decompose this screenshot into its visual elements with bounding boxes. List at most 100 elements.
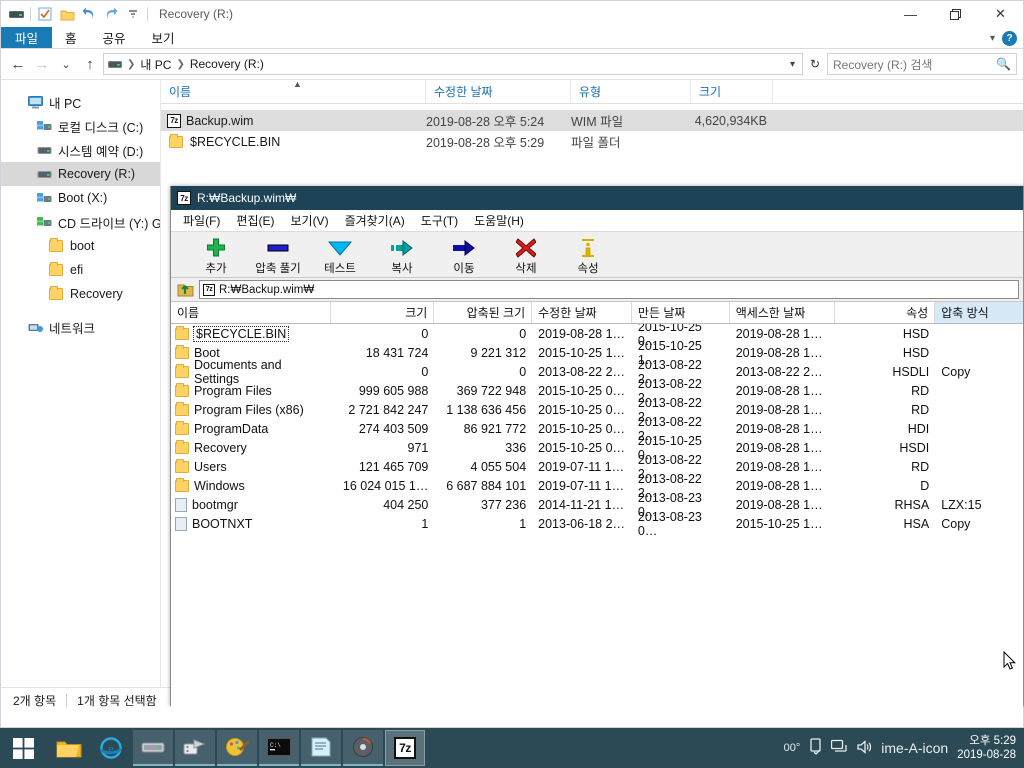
recent-locations-button[interactable]: ⌄ [55, 53, 77, 75]
file-icon [175, 497, 187, 512]
sidebar-item-boot-x[interactable]: Boot (X:) [1, 186, 160, 210]
table-row[interactable]: bootmgr 404 250 377 236 2014-11-21 1… 20… [171, 491, 1023, 519]
sidebar-item-boot[interactable]: boot [1, 234, 160, 258]
refresh-button[interactable]: ↻ [805, 53, 825, 75]
breadcrumb-dropdown-icon[interactable]: ▾ [790, 59, 798, 70]
menu-help[interactable]: 도움말(H) [466, 212, 532, 229]
column-header-accessed[interactable]: 액세스한 날짜 [730, 302, 836, 323]
sidebar-item-this-pc[interactable]: 내 PC [1, 90, 160, 114]
tab-share[interactable]: 공유 [90, 27, 139, 48]
network-icon[interactable] [831, 739, 848, 757]
properties-button[interactable]: 속성 [557, 235, 619, 276]
column-header-size[interactable]: 크기 [331, 302, 435, 323]
extract-button[interactable]: 압축 풀기 [247, 235, 309, 276]
minimize-button[interactable]: — [888, 1, 933, 27]
taskbar-item-imaging-tool[interactable] [175, 730, 215, 766]
menu-view[interactable]: 보기(V) [282, 212, 336, 229]
taskbar-item-seven-zip[interactable]: 7z [385, 730, 425, 766]
taskbar-item-removable-drive[interactable] [133, 730, 173, 766]
entry-packed-cell: 6 687 884 101 [446, 478, 527, 493]
menu-edit[interactable]: 편집(E) [228, 212, 282, 229]
menu-favorites[interactable]: 즐겨찾기(A) [337, 212, 413, 229]
up-button[interactable]: ↑ [79, 53, 101, 75]
maximize-button[interactable] [933, 1, 978, 27]
drive-icon[interactable] [5, 3, 27, 25]
taskbar-item-disk-tool[interactable] [343, 730, 383, 766]
back-button[interactable]: ← [7, 53, 29, 75]
table-row[interactable]: Users 121 465 709 4 055 504 2019-07-11 1… [171, 453, 1023, 481]
redo-icon[interactable] [100, 3, 122, 25]
column-header-attributes[interactable]: 속성 [835, 302, 936, 323]
add-button[interactable]: 추가 [185, 235, 247, 276]
taskbar-item-file-explorer[interactable] [49, 730, 89, 766]
test-button[interactable]: 테스트 [309, 235, 371, 276]
table-row[interactable]: ProgramData 274 403 509 86 921 772 2015-… [171, 415, 1023, 443]
column-header-name[interactable]: 이름 [171, 302, 331, 323]
table-row[interactable]: Recovery 971 336 2015-10-25 0… 2015-10-2… [171, 434, 1023, 462]
volume-icon[interactable] [857, 739, 872, 757]
menu-file[interactable]: 파일(F) [175, 212, 228, 229]
up-folder-icon[interactable] [175, 282, 195, 298]
sidebar-item-network[interactable]: 네트워크 [1, 315, 160, 339]
windows-start-icon[interactable] [0, 728, 48, 768]
breadcrumb-item-pc[interactable]: 내 PC [140, 56, 171, 73]
ime-A-icon[interactable]: ime-A-icon [881, 740, 948, 756]
sidebar-item-local-disk-c[interactable]: 로컬 디스크 (C:) [1, 114, 160, 138]
breadcrumb[interactable]: ❯ 내 PC ❯ Recovery (R:) ▾ [103, 53, 803, 75]
customize-icon[interactable] [122, 3, 144, 25]
column-header-size[interactable]: 크기 [691, 80, 773, 103]
menu-tools[interactable]: 도구(T) [413, 212, 466, 229]
move-button[interactable]: 이동 [433, 235, 495, 276]
taskbar-item-paint-tool[interactable] [217, 730, 257, 766]
column-header-method[interactable]: 압축 방식 [935, 302, 1023, 323]
delete-button[interactable]: 삭제 [495, 235, 557, 276]
explorer-titlebar: Recovery (R:) — ✕ [1, 1, 1023, 27]
archive-file-list[interactable]: $RECYCLE.BIN 0 0 2019-08-28 1… 2015-10-2… [171, 324, 1023, 716]
seven-zip-titlebar[interactable]: 7z R:₩Backup.wim₩ [171, 186, 1023, 210]
entry-accessed-cell: 2013-08-22 2… [735, 364, 823, 379]
close-button[interactable]: ✕ [978, 1, 1023, 27]
table-row[interactable]: Windows 16 024 015 1… 6 687 884 101 2019… [171, 472, 1023, 500]
taskbar-item-notepad[interactable] [301, 730, 341, 766]
taskbar-item-internet-explorer[interactable]: e [91, 730, 131, 766]
search-input[interactable]: Recovery (R:) 검색 🔍 [827, 53, 1017, 75]
column-header-created[interactable]: 만든 날짜 [632, 302, 730, 323]
tab-home[interactable]: 홈 [52, 27, 90, 48]
tab-file[interactable]: 파일 [1, 27, 53, 48]
properties-icon[interactable] [34, 3, 56, 25]
table-row[interactable]: BOOTNXT 1 1 2013-06-18 2… 2013-08-23 0… … [171, 510, 1023, 538]
sidebar-item-recovery-r[interactable]: Recovery (R:) [1, 162, 160, 186]
table-row[interactable]: Program Files 999 605 988 369 722 948 20… [171, 377, 1023, 405]
taskbar-item-command-prompt[interactable]: C:\ [259, 730, 299, 766]
column-header-packed-size[interactable]: 압축된 크기 [434, 302, 533, 323]
chevron-down-icon[interactable]: ▾ [990, 33, 995, 44]
column-header-modified[interactable]: 수정한 날짜 [532, 302, 632, 323]
usb-icon[interactable] [809, 738, 822, 758]
entry-created-cell: 2013-08-23 0… [637, 509, 702, 538]
forward-button[interactable]: → [31, 53, 53, 75]
column-header-type[interactable]: 유형 [571, 80, 691, 103]
column-header-modified[interactable]: 수정한 날짜 [426, 80, 571, 103]
sidebar-item-label: Recovery (R:) [58, 167, 136, 181]
table-row[interactable]: $RECYCLE.BIN 2019-08-28 오후 5:29 파일 폴더 [161, 131, 1023, 152]
undo-icon[interactable] [78, 3, 100, 25]
table-row[interactable]: Documents and Settings 0 0 2013-08-22 2…… [171, 358, 1023, 386]
sidebar-item-efi[interactable]: efi [1, 258, 160, 282]
new-folder-icon[interactable] [56, 3, 78, 25]
copy-button[interactable]: 복사 [371, 235, 433, 276]
breadcrumb-item-recovery[interactable]: Recovery (R:) [190, 57, 264, 71]
taskbar-clock[interactable]: 오후 5:29 2019-08-28 [957, 734, 1016, 762]
help-icon[interactable]: ? [1002, 30, 1017, 46]
column-header-name[interactable]: 이름 ▲ [161, 79, 426, 103]
entry-packed-cell: 336 [505, 440, 527, 455]
sidebar-item-label: Boot (X:) [58, 191, 108, 205]
table-row[interactable]: Program Files (x86) 2 721 842 247 1 138 … [171, 396, 1023, 424]
tab-view[interactable]: 보기 [139, 27, 188, 48]
sidebar-item-recovery-folder[interactable]: Recovery [1, 282, 160, 306]
sidebar-item-cd-drive-y[interactable]: CD 드라이브 (Y:) G [1, 210, 160, 234]
sidebar-item-system-reserved-d[interactable]: 시스템 예약 (D:) [1, 138, 160, 162]
archive-path-input[interactable]: 7z R:₩Backup.wim₩ [199, 280, 1019, 299]
search-icon[interactable]: 🔍 [996, 57, 1011, 71]
table-row[interactable]: $RECYCLE.BIN 0 0 2019-08-28 1… 2015-10-2… [171, 324, 1023, 348]
table-row[interactable]: 7z Backup.wim 2019-08-28 오후 5:24 WIM 파일 … [161, 110, 1023, 131]
